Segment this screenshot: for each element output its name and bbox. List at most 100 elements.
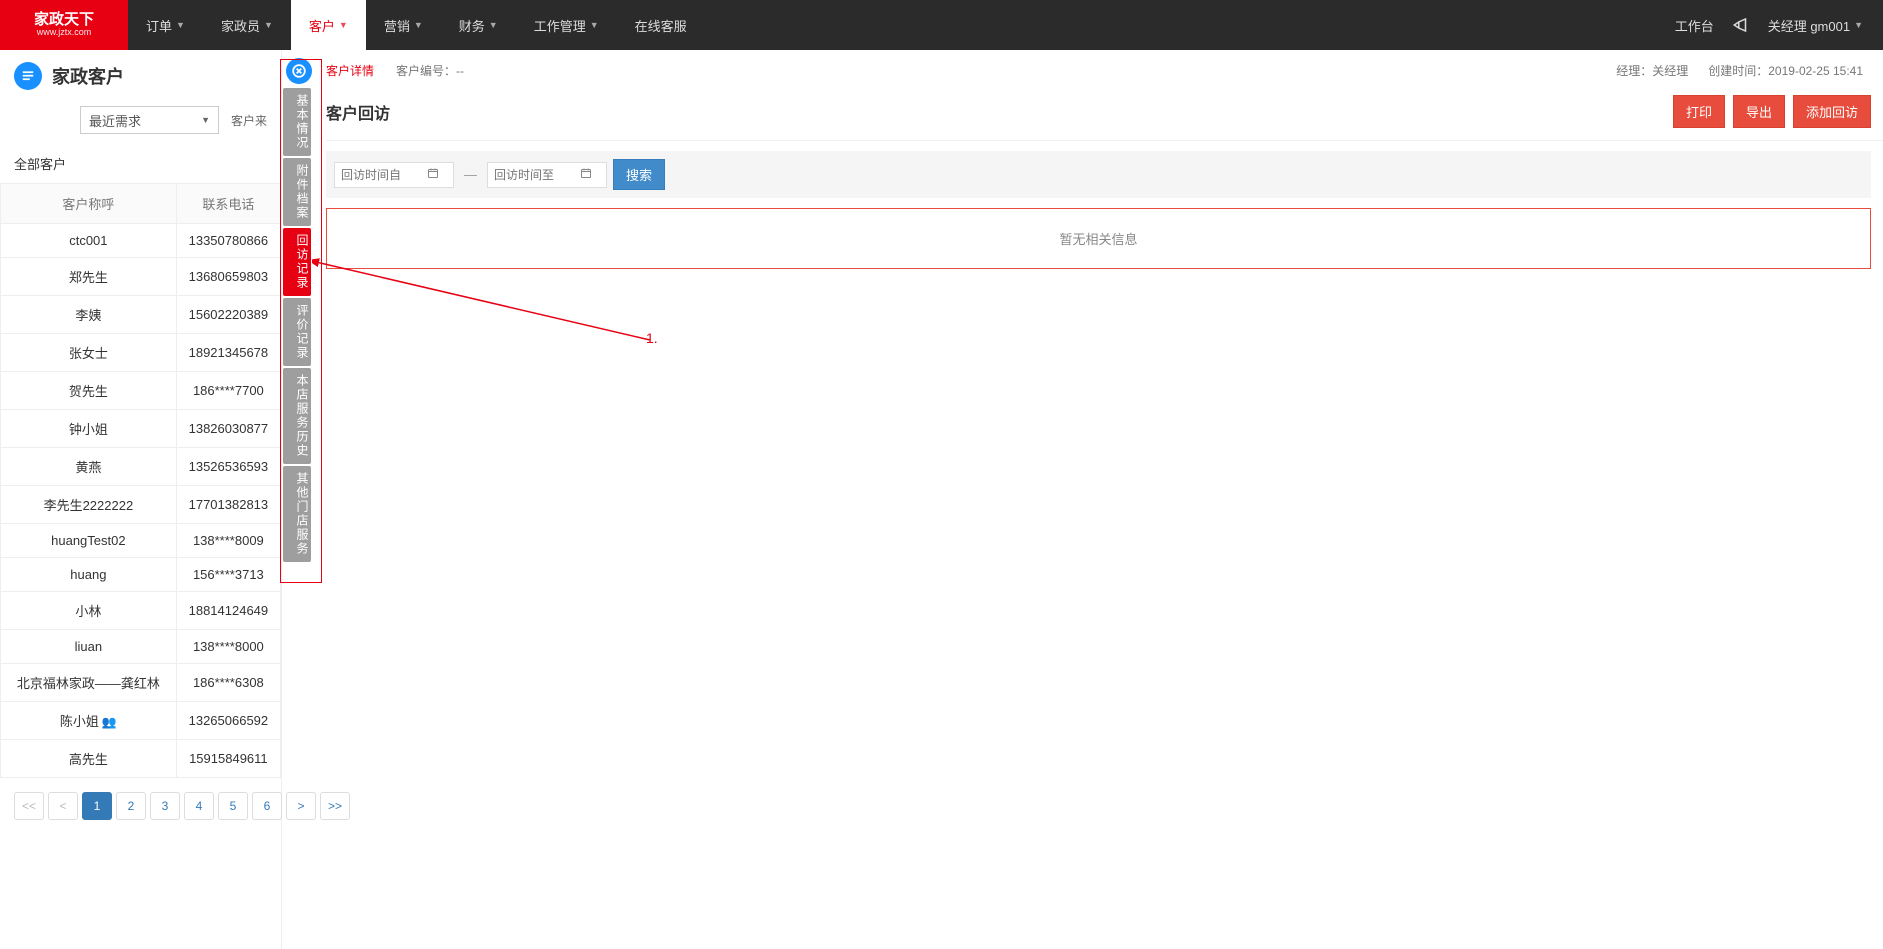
cell-phone: 13526536593	[176, 448, 280, 486]
nav-item-2[interactable]: 客户 ▼	[291, 0, 366, 50]
page-btn-1[interactable]: 1	[82, 792, 112, 820]
filter-secondary-label: 客户来	[225, 112, 267, 129]
nav-item-4[interactable]: 财务▼	[441, 0, 516, 50]
table-row[interactable]: huang156****3713	[1, 558, 281, 592]
side-tab-0[interactable]: 基本情况	[283, 88, 311, 156]
side-tab-4[interactable]: 本店服务历史	[283, 368, 311, 464]
page-btn->[interactable]: >	[286, 792, 316, 820]
cell-phone: 13350780866	[176, 224, 280, 258]
person-icon: 👥	[102, 715, 117, 729]
logo-main: 家政天下	[34, 12, 94, 28]
chevron-down-icon: ▼	[201, 115, 210, 125]
cell-name: 张女士	[1, 334, 177, 372]
nav-item-1[interactable]: 家政员 ▼	[203, 0, 291, 50]
logo[interactable]: 家政天下 www.jztx.com	[0, 0, 128, 50]
cell-name: huang	[1, 558, 177, 592]
filter-select[interactable]: 最近需求 ▼	[80, 106, 219, 134]
date-from-field[interactable]	[341, 168, 421, 182]
table-row[interactable]: 陈小姐👥13265066592	[1, 702, 281, 740]
table-row[interactable]: 李姨15602220389	[1, 296, 281, 334]
table-row[interactable]: 北京福林家政——龚红林186****6308	[1, 664, 281, 702]
chevron-down-icon: ▼	[339, 20, 348, 30]
page-btn-4[interactable]: 4	[184, 792, 214, 820]
add-visit-button[interactable]: 添加回访	[1793, 95, 1871, 128]
page-btn-<<: <<	[14, 792, 44, 820]
nav-item-label: 订单	[146, 16, 172, 35]
table-row[interactable]: ctc00113350780866	[1, 224, 281, 258]
detail-header-title: 客户详情	[326, 62, 374, 79]
announce-icon[interactable]	[1732, 18, 1750, 32]
cell-name: 北京福林家政——龚红林	[1, 664, 177, 702]
side-tab-3[interactable]: 评价记录	[283, 298, 311, 366]
cell-name: huangTest02	[1, 524, 177, 558]
nav-item-label: 在线客服	[635, 16, 687, 35]
nav-user[interactable]: 关经理 gm001▼	[1768, 16, 1863, 35]
table-row[interactable]: 张女士18921345678	[1, 334, 281, 372]
top-nav: 家政天下 www.jztx.com 订单▼家政员▼客户▼营销▼财务▼工作管理▼在…	[0, 0, 1883, 50]
nav-item-6[interactable]: 在线客服	[617, 0, 705, 50]
nav-item-label: 客户	[309, 16, 335, 35]
chevron-down-icon: ▼	[264, 20, 273, 30]
close-detail-button[interactable]	[286, 58, 312, 84]
side-tab-5[interactable]: 其他门店服务	[283, 466, 311, 562]
search-bar: — 搜索	[326, 151, 1871, 198]
date-to-field[interactable]	[494, 168, 574, 182]
nav-item-label: 家政员	[221, 16, 260, 35]
search-button[interactable]: 搜索	[613, 159, 665, 190]
nav-item-0[interactable]: 订单 ▼	[128, 0, 203, 50]
table-row[interactable]: huangTest02138****8009	[1, 524, 281, 558]
table-row[interactable]: 李先生222222217701382813	[1, 486, 281, 524]
export-button[interactable]: 导出	[1733, 95, 1785, 128]
print-button[interactable]: 打印	[1673, 95, 1725, 128]
cell-name: 郑先生	[1, 258, 177, 296]
nav-item-label: 营销	[384, 16, 410, 35]
pagination: <<<123456>>>	[0, 778, 281, 834]
col-name: 客户称呼	[1, 184, 177, 224]
page-btn->>[interactable]: >>	[320, 792, 350, 820]
chevron-down-icon: ▼	[590, 20, 599, 30]
cell-name: 陈小姐👥	[1, 702, 177, 740]
nav-workbench[interactable]: 工作台	[1675, 16, 1714, 35]
table-row[interactable]: liuan138****8000	[1, 630, 281, 664]
calendar-icon	[427, 167, 439, 182]
cell-phone: 138****8000	[176, 630, 280, 664]
cell-name: 高先生	[1, 740, 177, 778]
cell-name: 李先生2222222	[1, 486, 177, 524]
logo-sub: www.jztx.com	[37, 28, 92, 37]
page-btn-6[interactable]: 6	[252, 792, 282, 820]
detail-pane: 客户详情 客户编号：-- 经理：关经理 创建时间：2019-02-25 15:4…	[282, 50, 1883, 949]
side-tab-2[interactable]: 回访记录	[283, 228, 311, 296]
chevron-down-icon: ▼	[489, 20, 498, 30]
table-row[interactable]: 小林18814124649	[1, 592, 281, 630]
table-row[interactable]: 高先生15915849611	[1, 740, 281, 778]
chevron-down-icon: ▼	[176, 20, 185, 30]
cell-name: 钟小姐	[1, 410, 177, 448]
table-row[interactable]: 钟小姐13826030877	[1, 410, 281, 448]
cell-phone: 18814124649	[176, 592, 280, 630]
cell-phone: 186****7700	[176, 372, 280, 410]
side-tab-1[interactable]: 附件档案	[283, 158, 311, 226]
page-btn-3[interactable]: 3	[150, 792, 180, 820]
table-row[interactable]: 郑先生13680659803	[1, 258, 281, 296]
detail-manager: 经理：关经理	[1616, 62, 1688, 79]
customer-table: 客户称呼 联系电话 ctc00113350780866郑先生1368065980…	[0, 183, 281, 778]
table-row[interactable]: 黄燕13526536593	[1, 448, 281, 486]
detail-header-sub: 客户编号：--	[396, 62, 464, 79]
table-row[interactable]: 贺先生186****7700	[1, 372, 281, 410]
nav-item-3[interactable]: 营销▼	[366, 0, 441, 50]
date-from-input[interactable]	[334, 162, 454, 188]
left-title: 家政客户	[52, 63, 124, 89]
annotation-label: 1.	[646, 330, 658, 346]
cell-phone: 156****3713	[176, 558, 280, 592]
detail-created: 创建时间：2019-02-25 15:41	[1708, 62, 1863, 79]
customer-list-icon	[14, 62, 42, 90]
cell-phone: 13265066592	[176, 702, 280, 740]
page-btn-2[interactable]: 2	[116, 792, 146, 820]
calendar-icon	[580, 167, 592, 182]
page-btn-<: <	[48, 792, 78, 820]
date-range-dash: —	[460, 167, 481, 182]
nav-item-5[interactable]: 工作管理▼	[516, 0, 617, 50]
page-btn-5[interactable]: 5	[218, 792, 248, 820]
empty-result: 暂无相关信息	[326, 208, 1871, 269]
date-to-input[interactable]	[487, 162, 607, 188]
